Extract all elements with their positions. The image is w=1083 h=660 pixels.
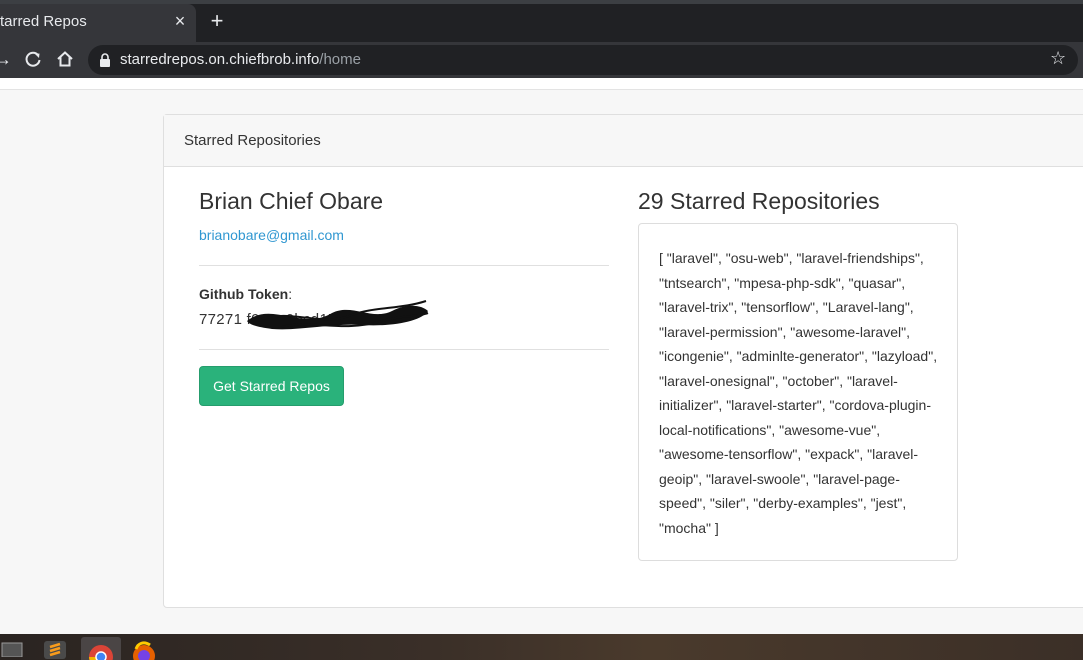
divider — [199, 265, 609, 266]
card-header: Starred Repositories — [164, 115, 1083, 167]
home-icon-svg — [57, 51, 73, 67]
sublime-taskbar-icon[interactable] — [40, 637, 74, 660]
repos-list-text: [ "laravel", "osu-web", "laravel-friends… — [659, 250, 938, 536]
firefox-icon — [133, 641, 155, 660]
terminal-icon — [1, 642, 23, 658]
tab-close-icon[interactable]: × — [170, 11, 190, 31]
firefox-taskbar-icon[interactable] — [128, 637, 162, 660]
starred-repos-card: Starred Repositories Brian Chief Obare b… — [163, 114, 1083, 608]
home-icon[interactable] — [54, 48, 76, 70]
starred-count-title: 29 Starred Repositories — [638, 188, 880, 214]
terminal-taskbar-icon[interactable] — [0, 637, 34, 660]
card-title: Starred Repositories — [184, 132, 321, 149]
url-host: starredrepos.on.chiefbrob.info — [120, 51, 320, 68]
browser-tab[interactable]: tarred Repos × — [0, 4, 196, 42]
new-tab-icon[interactable]: + — [205, 9, 229, 33]
os-taskbar — [0, 634, 1083, 660]
divider — [199, 349, 609, 350]
bookmark-star-icon[interactable]: ☆ — [1050, 48, 1066, 69]
repos-list-box: [ "laravel", "osu-web", "laravel-friends… — [638, 223, 958, 561]
chrome-icon — [89, 645, 113, 660]
user-email-link[interactable]: brianobare@gmail.com — [199, 227, 344, 243]
redaction-scribble — [247, 300, 429, 330]
user-name: Brian Chief Obare — [199, 188, 384, 214]
reload-icon[interactable] — [22, 48, 44, 70]
url-text: starredrepos.on.chiefbrob.info/home — [120, 51, 361, 68]
get-starred-repos-button[interactable]: Get Starred Repos — [199, 366, 344, 406]
browser-tab-bar: tarred Repos × + — [0, 0, 1083, 42]
sublime-icon — [44, 641, 66, 659]
chrome-taskbar-icon[interactable] — [81, 637, 121, 660]
reload-icon-svg — [25, 51, 41, 67]
url-path: /home — [319, 51, 361, 68]
address-bar[interactable]: starredrepos.on.chiefbrob.info/home ☆ — [88, 45, 1078, 75]
lock-icon — [100, 53, 110, 67]
page-navbar — [0, 78, 1083, 90]
tab-title: tarred Repos — [0, 13, 87, 30]
forward-arrow-icon[interactable]: → — [0, 48, 14, 70]
browser-toolbar: → starredrepos.on.chiefbrob.info/home ☆ — [0, 42, 1083, 78]
page-content: Starred Repositories Brian Chief Obare b… — [0, 78, 1083, 634]
